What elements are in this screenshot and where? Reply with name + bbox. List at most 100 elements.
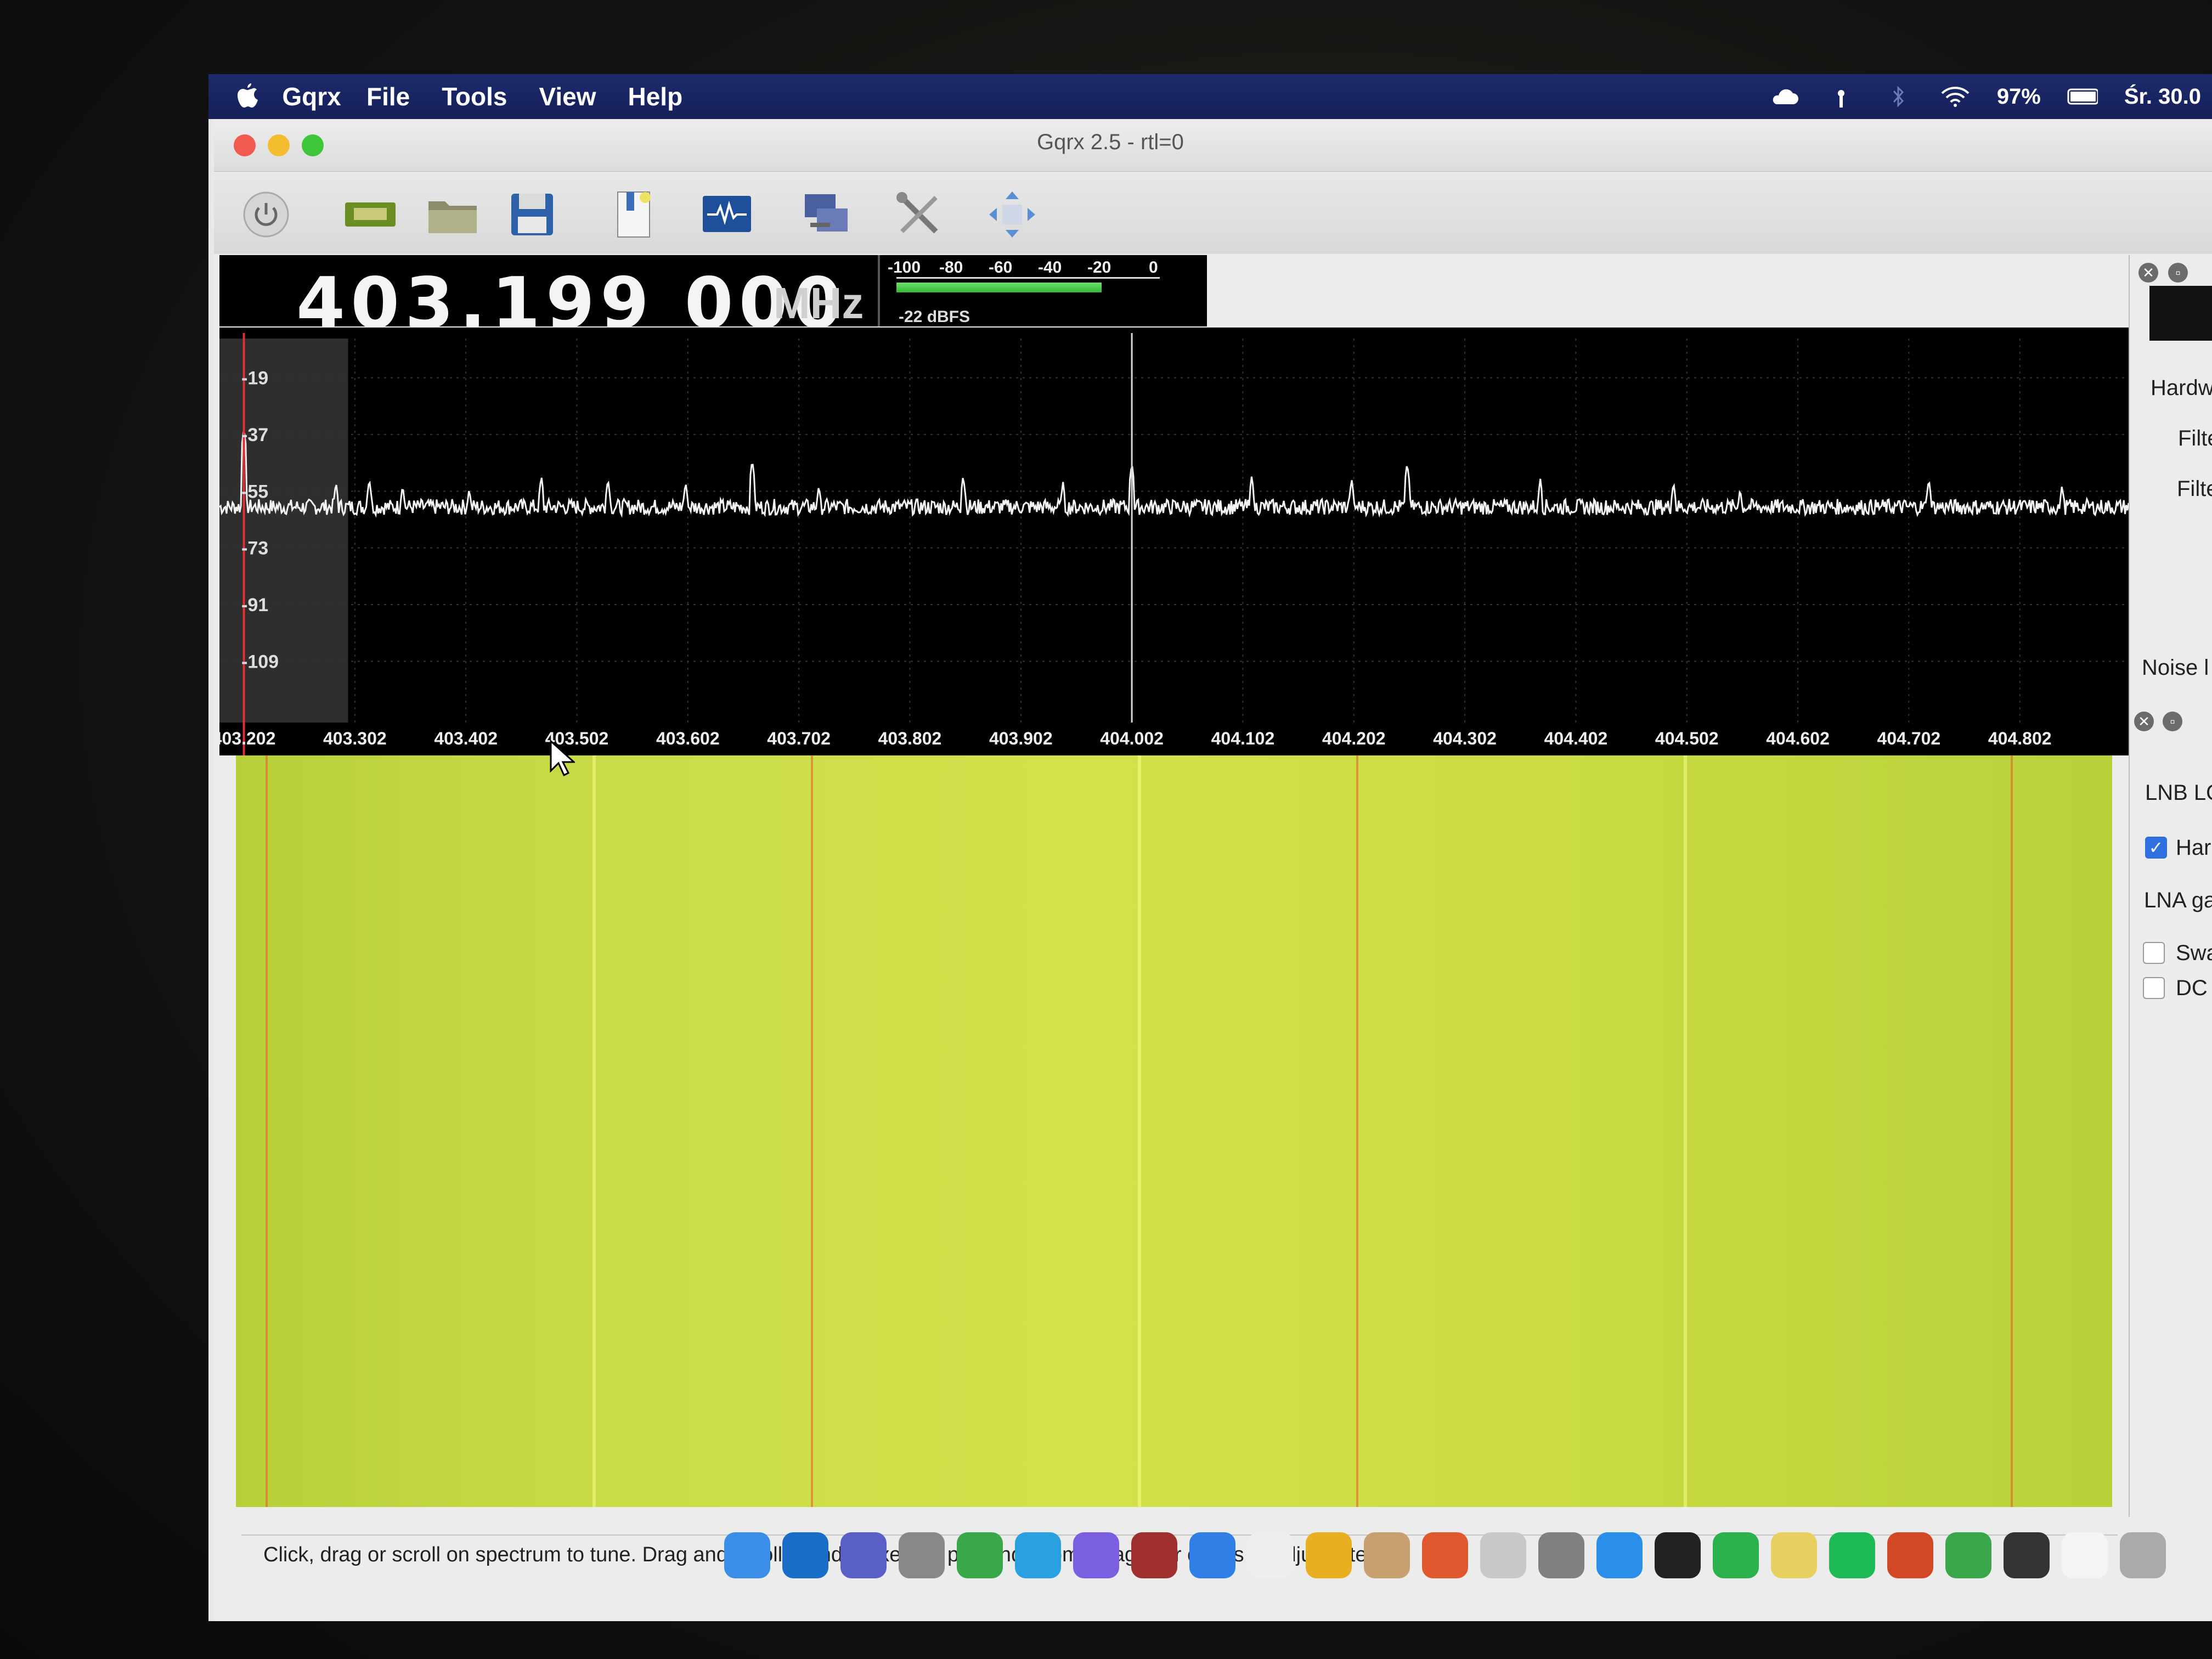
evernote-icon[interactable] (957, 1532, 1003, 1578)
gqrx-window: Gqrx 2.5 - rtl=0 403.199 000 MHz -100 -8… (214, 119, 2212, 1621)
waterfall-signal-line (810, 755, 813, 1507)
safari-icon[interactable] (1189, 1532, 1235, 1578)
x-tick-label: 404.202 (1322, 729, 1386, 748)
dock-label: DC (2176, 976, 2208, 1000)
waterfall[interactable] (236, 755, 2112, 1507)
open-folder-icon[interactable] (422, 187, 483, 242)
hardware-agc-checkbox[interactable]: ✓ (2145, 837, 2167, 859)
x-tick-label: 403.602 (656, 729, 720, 748)
preview-icon[interactable] (1364, 1532, 1410, 1578)
dock-float-icon[interactable]: ▫ (2168, 263, 2188, 283)
finder-icon[interactable] (724, 1532, 770, 1578)
dock-label: Filte (2178, 426, 2212, 450)
window-close-button[interactable] (234, 134, 256, 156)
battery-percent: 97% (1996, 84, 2041, 109)
cloud-icon[interactable] (1769, 86, 1799, 108)
activity-monitor-icon[interactable] (2004, 1532, 2050, 1578)
airdrop-icon[interactable] (1826, 86, 1857, 108)
menu-help[interactable]: Help (628, 82, 683, 111)
dock-label: Har (2176, 836, 2211, 860)
swap-iq-checkbox[interactable] (2143, 942, 2165, 964)
macos-dock (724, 1520, 2205, 1591)
waterfall-signal-line (1356, 755, 1359, 1507)
bookmark-icon[interactable] (603, 187, 664, 242)
spotify-icon[interactable] (1829, 1532, 1875, 1578)
settings-icon[interactable] (1538, 1532, 1584, 1578)
waterfall-signal-line (1683, 755, 1687, 1507)
dock-label: LNA ga (2144, 888, 2212, 912)
notes-icon[interactable] (1248, 1532, 1294, 1578)
meter-scale (896, 277, 1160, 279)
spectrum-plot[interactable]: -19 -37 -55 -73 -91 -109 403.202 403.302 403.402… (219, 328, 2129, 755)
toolbar (214, 172, 2212, 254)
powerpoint-icon[interactable] (1887, 1532, 1933, 1578)
x-tick-label: 404.602 (1766, 729, 1830, 748)
y-tick-label: -109 (241, 651, 279, 672)
appstore-icon[interactable] (1596, 1532, 1643, 1578)
apple-icon[interactable] (228, 74, 267, 119)
meter-tick: 0 (1149, 258, 1158, 276)
screen: Gqrx File Tools View Help 97% Śr. 30.0 G… (208, 74, 2212, 1621)
menu-tools[interactable]: Tools (442, 82, 507, 111)
x-tick-label: 404.702 (1877, 729, 1941, 748)
menu-status-area: 97% Śr. 30.0 (1769, 74, 2212, 119)
y-tick-label: -55 (241, 481, 268, 502)
window-zoom-button[interactable] (302, 134, 324, 156)
dock-float-icon[interactable]: ▫ (2163, 712, 2182, 731)
window-title: Gqrx 2.5 - rtl=0 (1037, 130, 1184, 154)
menu-file[interactable]: File (366, 82, 410, 111)
siri-icon[interactable] (1073, 1532, 1119, 1578)
document-icon[interactable] (2062, 1532, 2108, 1578)
teams-icon[interactable] (840, 1532, 887, 1578)
x-tick-label: 404.502 (1655, 729, 1719, 748)
fullscreen-icon[interactable] (982, 187, 1042, 242)
meter-tick: -80 (939, 258, 963, 276)
meter-tick: -100 (888, 258, 921, 276)
window-minimize-button[interactable] (268, 134, 290, 156)
chrome-icon[interactable] (1306, 1532, 1352, 1578)
dock-label: Swa (2176, 941, 2212, 965)
x-tick-label: 403.702 (767, 729, 831, 748)
menu-app-name[interactable]: Gqrx (282, 74, 341, 120)
dictionary-icon[interactable] (1131, 1532, 1177, 1578)
y-tick-label: -73 (241, 538, 268, 559)
x-tick-label: 404.002 (1100, 729, 1164, 748)
meter-value: -22 dBFS (899, 308, 970, 326)
battery-icon[interactable] (2067, 86, 2098, 108)
x-tick-label: 404.402 (1544, 729, 1608, 748)
evernote-alt-icon[interactable] (1945, 1532, 1991, 1578)
menu-view[interactable]: View (539, 82, 596, 111)
dock-close-icon[interactable]: ✕ (2138, 263, 2158, 283)
launchpad-icon[interactable] (899, 1532, 945, 1578)
x-tick-label: 403.402 (434, 729, 498, 748)
menu-bar: Gqrx File Tools View Help 97% Śr. 30.0 (208, 74, 2212, 119)
bluetooth-icon[interactable] (1883, 86, 1914, 108)
x-tick-label: 404.802 (1988, 729, 2052, 748)
spectrum-trace (219, 431, 2129, 518)
power-icon[interactable] (236, 187, 296, 242)
dc-remove-checkbox[interactable] (2143, 977, 2165, 999)
keynote-icon[interactable] (1480, 1532, 1526, 1578)
outlook-icon[interactable] (782, 1532, 828, 1578)
frequency-strip: 403.199 000 MHz -100 -80 -60 -40 -20 0 -… (219, 255, 1207, 345)
tools-icon[interactable] (889, 187, 949, 242)
device-icon[interactable] (340, 187, 400, 242)
stickies-icon[interactable] (1771, 1532, 1817, 1578)
telegram-icon[interactable] (1015, 1532, 1061, 1578)
wifi-icon[interactable] (1940, 86, 1971, 108)
meter-level-bar (896, 283, 1102, 292)
terminal-icon[interactable] (1655, 1532, 1701, 1578)
save-icon[interactable] (502, 187, 562, 242)
dock-label: Filte (2177, 477, 2212, 501)
dock-close-icon[interactable]: ✕ (2134, 712, 2154, 731)
clock[interactable]: Śr. 30.0 (2124, 84, 2201, 109)
waterfall-signal-line (1138, 755, 1142, 1507)
spectrum-svg[interactable]: -19 -37 -55 -73 -91 -109 403.202 403.302 403.402… (219, 328, 2129, 755)
numbers-icon[interactable] (1422, 1532, 1468, 1578)
x-tick-label: 404.102 (1211, 729, 1275, 748)
network-icon[interactable] (795, 187, 856, 242)
frequency-unit: MHz (774, 279, 864, 328)
whatsapp-icon[interactable] (1713, 1532, 1759, 1578)
trash-icon[interactable] (2120, 1532, 2166, 1578)
dsp-icon[interactable] (697, 187, 757, 242)
